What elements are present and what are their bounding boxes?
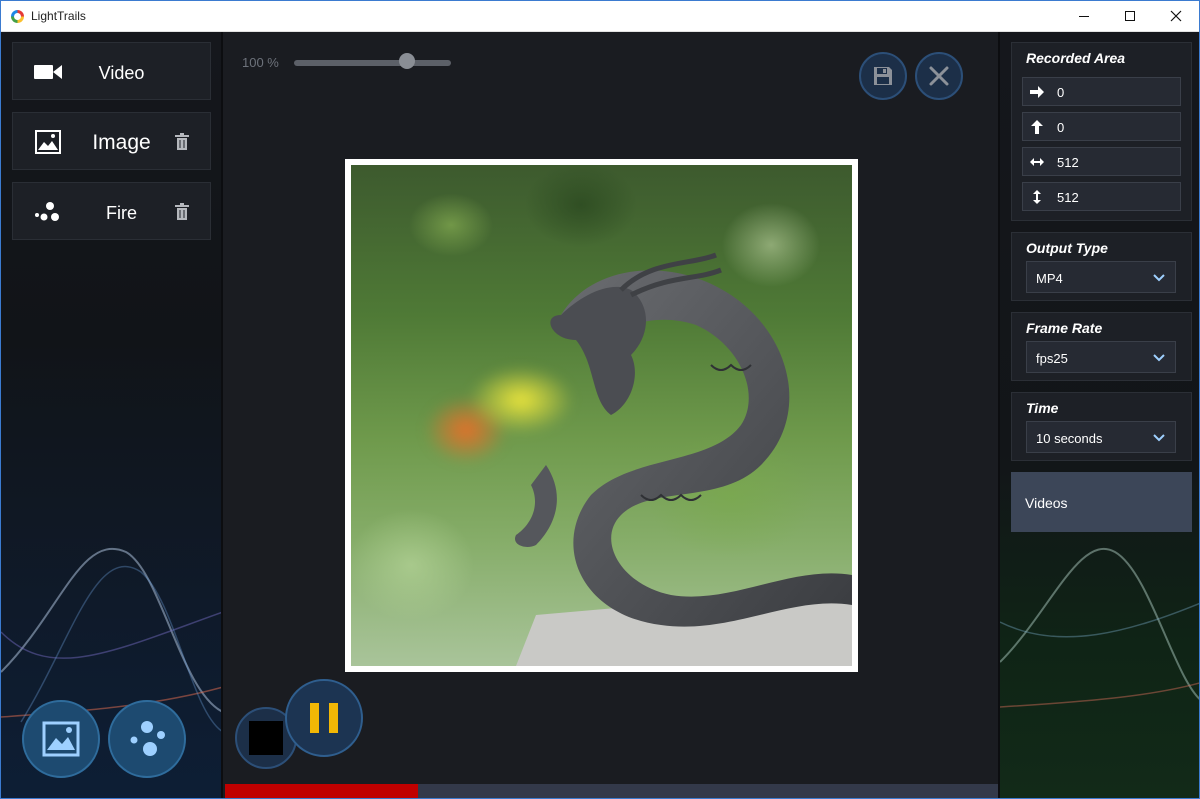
time-group: Time 10 seconds (1011, 392, 1192, 461)
image-icon (33, 127, 63, 157)
source-item-fire[interactable]: Fire (12, 182, 211, 240)
delete-fire-source-icon[interactable] (174, 203, 190, 221)
select-value: MP4 (1036, 271, 1063, 286)
pause-button[interactable] (285, 679, 363, 757)
zoom-slider-thumb[interactable] (399, 53, 416, 69)
delete-image-source-icon[interactable] (174, 133, 190, 151)
zoom-label: 100 % (242, 55, 279, 70)
add-image-button[interactable] (22, 700, 100, 778)
frame-rate-group: Frame Rate fps25 (1011, 312, 1192, 381)
videos-button-label: Videos (1025, 495, 1068, 511)
chevron-down-icon (1153, 434, 1165, 442)
add-particles-icon (130, 721, 165, 756)
light-trails-decoration (1000, 548, 1199, 708)
source-item-video[interactable]: Video (12, 42, 211, 100)
app-window: LightTrails Video Image Fire 100 % Recor… (0, 0, 1200, 799)
field-value: 0 (1057, 85, 1065, 100)
output-type-group: Output Type MP4 (1011, 232, 1192, 301)
source-item-image[interactable]: Image (12, 112, 211, 170)
window-title: LightTrails (31, 9, 86, 23)
preview-area: 100 % (225, 32, 998, 798)
zoom-slider[interactable] (294, 60, 451, 66)
field-value: 512 (1057, 155, 1079, 170)
frame-rate-select[interactable]: fps25 (1026, 341, 1176, 373)
recorded-area-y-field[interactable]: 0 (1022, 112, 1181, 141)
video-camera-icon (33, 57, 63, 87)
time-select[interactable]: 10 seconds (1026, 421, 1176, 453)
arrows-horizontal-icon (1030, 158, 1044, 166)
save-icon (874, 67, 892, 85)
app-logo-icon (11, 10, 24, 23)
field-value: 512 (1057, 190, 1079, 205)
particles-icon (33, 197, 63, 227)
sources-panel: Video Image Fire (1, 32, 223, 798)
recorded-area-height-field[interactable]: 512 (1022, 182, 1181, 211)
preview-image (351, 165, 852, 666)
select-value: 10 seconds (1036, 431, 1103, 446)
arrow-right-icon (1030, 86, 1044, 98)
add-image-icon (42, 721, 80, 757)
stop-icon (249, 721, 283, 755)
select-value: fps25 (1036, 351, 1068, 366)
maximize-icon (1125, 11, 1135, 21)
chevron-down-icon (1153, 274, 1165, 282)
close-window-button[interactable] (1153, 1, 1199, 31)
recorded-area-frame[interactable] (345, 159, 858, 672)
maximize-button[interactable] (1107, 1, 1153, 31)
recorded-area-x-field[interactable]: 0 (1022, 77, 1181, 106)
close-icon (929, 66, 949, 86)
arrows-vertical-icon (1033, 190, 1041, 204)
close-preview-button[interactable] (915, 52, 963, 100)
fire-effect (421, 365, 581, 475)
source-label: Fire (106, 203, 137, 223)
group-title: Output Type (1026, 240, 1108, 256)
group-title: Frame Rate (1026, 320, 1103, 336)
group-title: Time (1026, 400, 1059, 416)
minimize-button[interactable] (1061, 1, 1107, 31)
recorded-area-width-field[interactable]: 512 (1022, 147, 1181, 176)
close-window-icon (1170, 10, 1182, 22)
arrow-up-icon (1031, 120, 1043, 134)
source-label: Video (98, 63, 145, 83)
pause-icon (310, 703, 338, 733)
output-type-select[interactable]: MP4 (1026, 261, 1176, 293)
chevron-down-icon (1153, 354, 1165, 362)
save-button[interactable] (859, 52, 907, 100)
progress-fill (225, 784, 419, 798)
title-bar: LightTrails (1, 1, 1199, 32)
field-value: 0 (1057, 120, 1065, 135)
source-label: Image (92, 131, 151, 154)
recorded-area-group: Recorded Area 0 0 512 512 (1011, 42, 1192, 221)
add-particles-button[interactable] (108, 700, 186, 778)
minimize-icon (1079, 15, 1089, 17)
playback-progress[interactable] (225, 784, 998, 798)
group-title: Recorded Area (1026, 50, 1126, 66)
videos-button[interactable]: Videos (1011, 472, 1192, 532)
settings-panel: Recorded Area 0 0 512 512 Output Type MP… (998, 32, 1199, 798)
